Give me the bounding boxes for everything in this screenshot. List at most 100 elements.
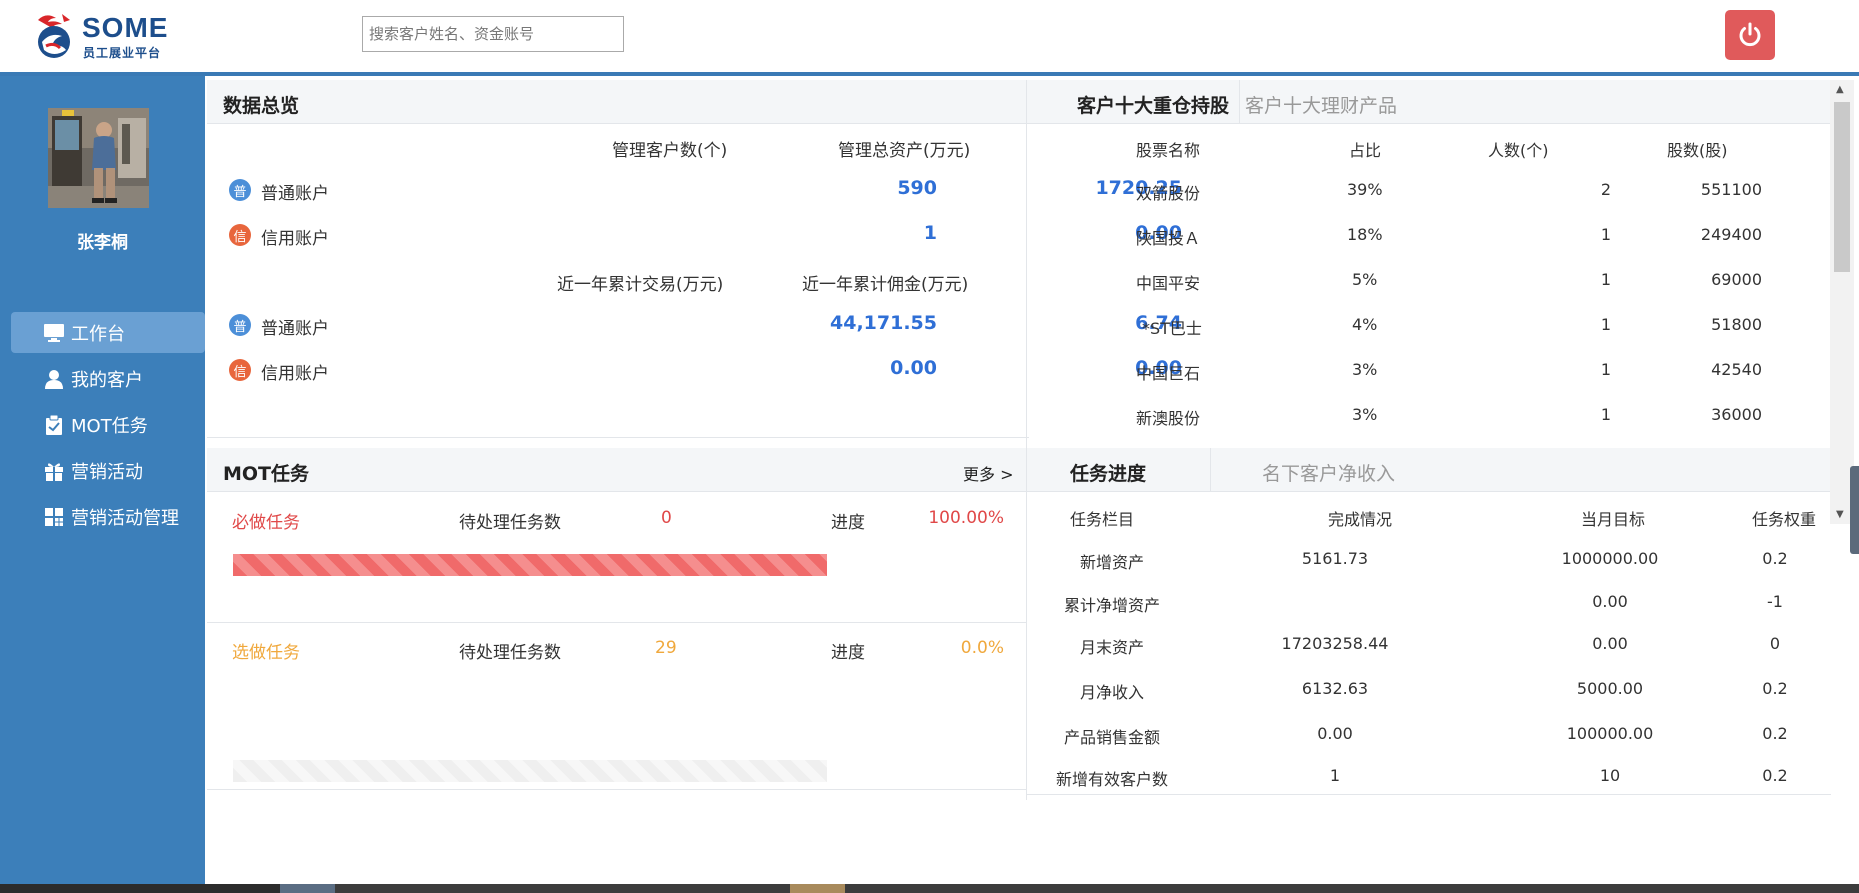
optional-task-label[interactable]: 选做任务 — [232, 638, 300, 663]
monitor-icon — [43, 322, 65, 344]
stock-shares: 249400 — [1700, 225, 1762, 244]
stock-people: 1 — [1600, 315, 1611, 334]
tab-divider — [1239, 80, 1240, 124]
stock-name: 新澳股份 — [1136, 409, 1201, 428]
divider — [1027, 794, 1831, 795]
logo-title: SOME — [82, 12, 169, 43]
holdings-col-ratio: 占比 — [1349, 141, 1382, 160]
task-target: 0.00 — [1592, 592, 1628, 611]
stock-name: 双箭股份 — [1136, 184, 1201, 203]
normal-customers-value: 590 — [897, 177, 937, 199]
progress-label: 进度 — [831, 513, 865, 533]
required-task-label[interactable]: 必做任务 — [232, 508, 300, 533]
task-weight: 0 — [1769, 634, 1781, 653]
taskbar-strip — [0, 884, 1859, 893]
divider — [207, 789, 1026, 790]
sidebar: 张李桐 工作台 我的客户 MOT任务 营销活动 营销活动管理 — [0, 76, 205, 884]
scrollbar-thumb[interactable] — [1834, 102, 1850, 272]
normal-commission-value: 6.74 — [1135, 312, 1182, 334]
dragon-logo-icon — [38, 14, 70, 58]
task-done: 5161.73 — [1301, 549, 1369, 568]
side-drag-handle[interactable] — [1850, 466, 1859, 554]
sidebar-item-label: 营销活动管理 — [71, 507, 179, 529]
pending-count: 0 — [661, 508, 672, 528]
normal-account-badge: 普 — [229, 314, 251, 336]
task-item: 累计净增资产 — [1063, 596, 1160, 615]
task-item: 新增资产 — [1079, 553, 1144, 572]
logo-subtitle: 员工展业平台 — [83, 46, 162, 60]
task-target: 5000.00 — [1576, 679, 1644, 698]
sidebar-item-mot[interactable]: MOT任务 — [11, 404, 205, 445]
normal-account-badge: 普 — [229, 179, 251, 201]
sidebar-item-label: 营销活动 — [71, 461, 143, 483]
sidebar-item-marketing[interactable]: 营销活动 — [11, 450, 205, 491]
progress-value: 0.0% — [960, 638, 1004, 658]
pending-count: 29 — [655, 638, 677, 658]
avatar[interactable] — [48, 108, 149, 208]
holdings-col-people: 人数(个) — [1488, 141, 1549, 160]
sidebar-item-marketing-manage[interactable]: 营销活动管理 — [11, 496, 205, 537]
task-target: 100000.00 — [1566, 724, 1654, 743]
tab-net-income[interactable]: 名下客户净收入 — [1262, 459, 1395, 486]
logout-button[interactable] — [1725, 10, 1775, 60]
taskbar-segment — [0, 884, 280, 893]
stock-shares: 51800 — [1711, 315, 1762, 334]
task-target: 10 — [1599, 766, 1621, 785]
credit-account-badge: 信 — [229, 359, 251, 381]
tab-top-products[interactable]: 客户十大理财产品 — [1245, 91, 1397, 118]
side-menu: 工作台 我的客户 MOT任务 营销活动 营销活动管理 — [11, 312, 205, 542]
task-target: 1000000.00 — [1561, 549, 1659, 568]
mot-header: MOT任务 更多 > — [207, 448, 1026, 492]
stock-shares: 42540 — [1711, 360, 1762, 379]
clipboard-icon — [43, 414, 65, 436]
task-done: 0.00 — [1317, 724, 1353, 743]
stock-shares: 551100 — [1700, 180, 1762, 199]
col-customers-header: 管理客户数(个) — [612, 141, 728, 161]
stock-shares: 69000 — [1711, 270, 1762, 289]
holdings-col-shares: 股数(股) — [1667, 141, 1728, 160]
sidebar-item-workbench[interactable]: 工作台 — [11, 312, 205, 353]
task-item: 产品销售金额 — [1063, 728, 1160, 747]
progress-col-target: 当月目标 — [1581, 510, 1646, 529]
brand-logo[interactable]: SOME 员工展业平台 — [32, 8, 172, 62]
progress-value: 100.00% — [928, 508, 1004, 528]
tab-task-progress[interactable]: 任务进度 — [1070, 459, 1146, 486]
progress-col-weight: 任务权重 — [1752, 510, 1817, 529]
vertical-scrollbar[interactable]: ▲ ▼ — [1830, 80, 1854, 524]
holdings-header: 客户十大重仓持股 客户十大理财产品 — [1027, 80, 1831, 124]
stock-name: 中国巨石 — [1136, 364, 1201, 383]
scroll-down-arrow-icon[interactable]: ▼ — [1836, 509, 1844, 520]
gift-icon — [43, 460, 65, 482]
stock-ratio: 39% — [1347, 180, 1383, 199]
mot-more-link[interactable]: 更多 > — [963, 461, 1014, 485]
credit-account-label: 信用账户 — [261, 364, 329, 384]
taskbar-segment — [280, 884, 335, 893]
user-icon — [43, 368, 65, 390]
search-input[interactable] — [362, 16, 624, 52]
scroll-up-arrow-icon[interactable]: ▲ — [1836, 84, 1844, 95]
stock-people: 1 — [1600, 405, 1611, 424]
stock-people: 1 — [1600, 270, 1611, 289]
task-item: 月末资产 — [1079, 638, 1144, 657]
pending-label: 待处理任务数 — [459, 513, 561, 533]
task-done: 1 — [1329, 766, 1341, 785]
stock-shares: 36000 — [1711, 405, 1762, 424]
stock-people: 2 — [1600, 180, 1611, 199]
sidebar-item-label: MOT任务 — [71, 415, 148, 437]
pending-label: 待处理任务数 — [459, 643, 561, 663]
task-done: 6132.63 — [1301, 679, 1369, 698]
normal-account-label: 普通账户 — [261, 184, 329, 204]
col-commission-header: 近一年累计佣金(万元) — [802, 275, 969, 295]
tab-divider — [1210, 448, 1211, 492]
stock-ratio: 18% — [1347, 225, 1383, 244]
sidebar-item-label: 我的客户 — [71, 369, 143, 391]
tab-top-holdings[interactable]: 客户十大重仓持股 — [1077, 91, 1229, 118]
task-done: 17203258.44 — [1281, 634, 1389, 653]
stock-name: *ST巴士 — [1142, 319, 1202, 338]
sidebar-item-customers[interactable]: 我的客户 — [11, 358, 205, 399]
overview-title: 数据总览 — [223, 95, 300, 117]
optional-progress-track — [233, 760, 827, 782]
normal-trade-value: 44,171.55 — [830, 312, 937, 334]
col-assets-header: 管理总资产(万元) — [838, 141, 971, 161]
col-trade-header: 近一年累计交易(万元) — [557, 275, 724, 295]
